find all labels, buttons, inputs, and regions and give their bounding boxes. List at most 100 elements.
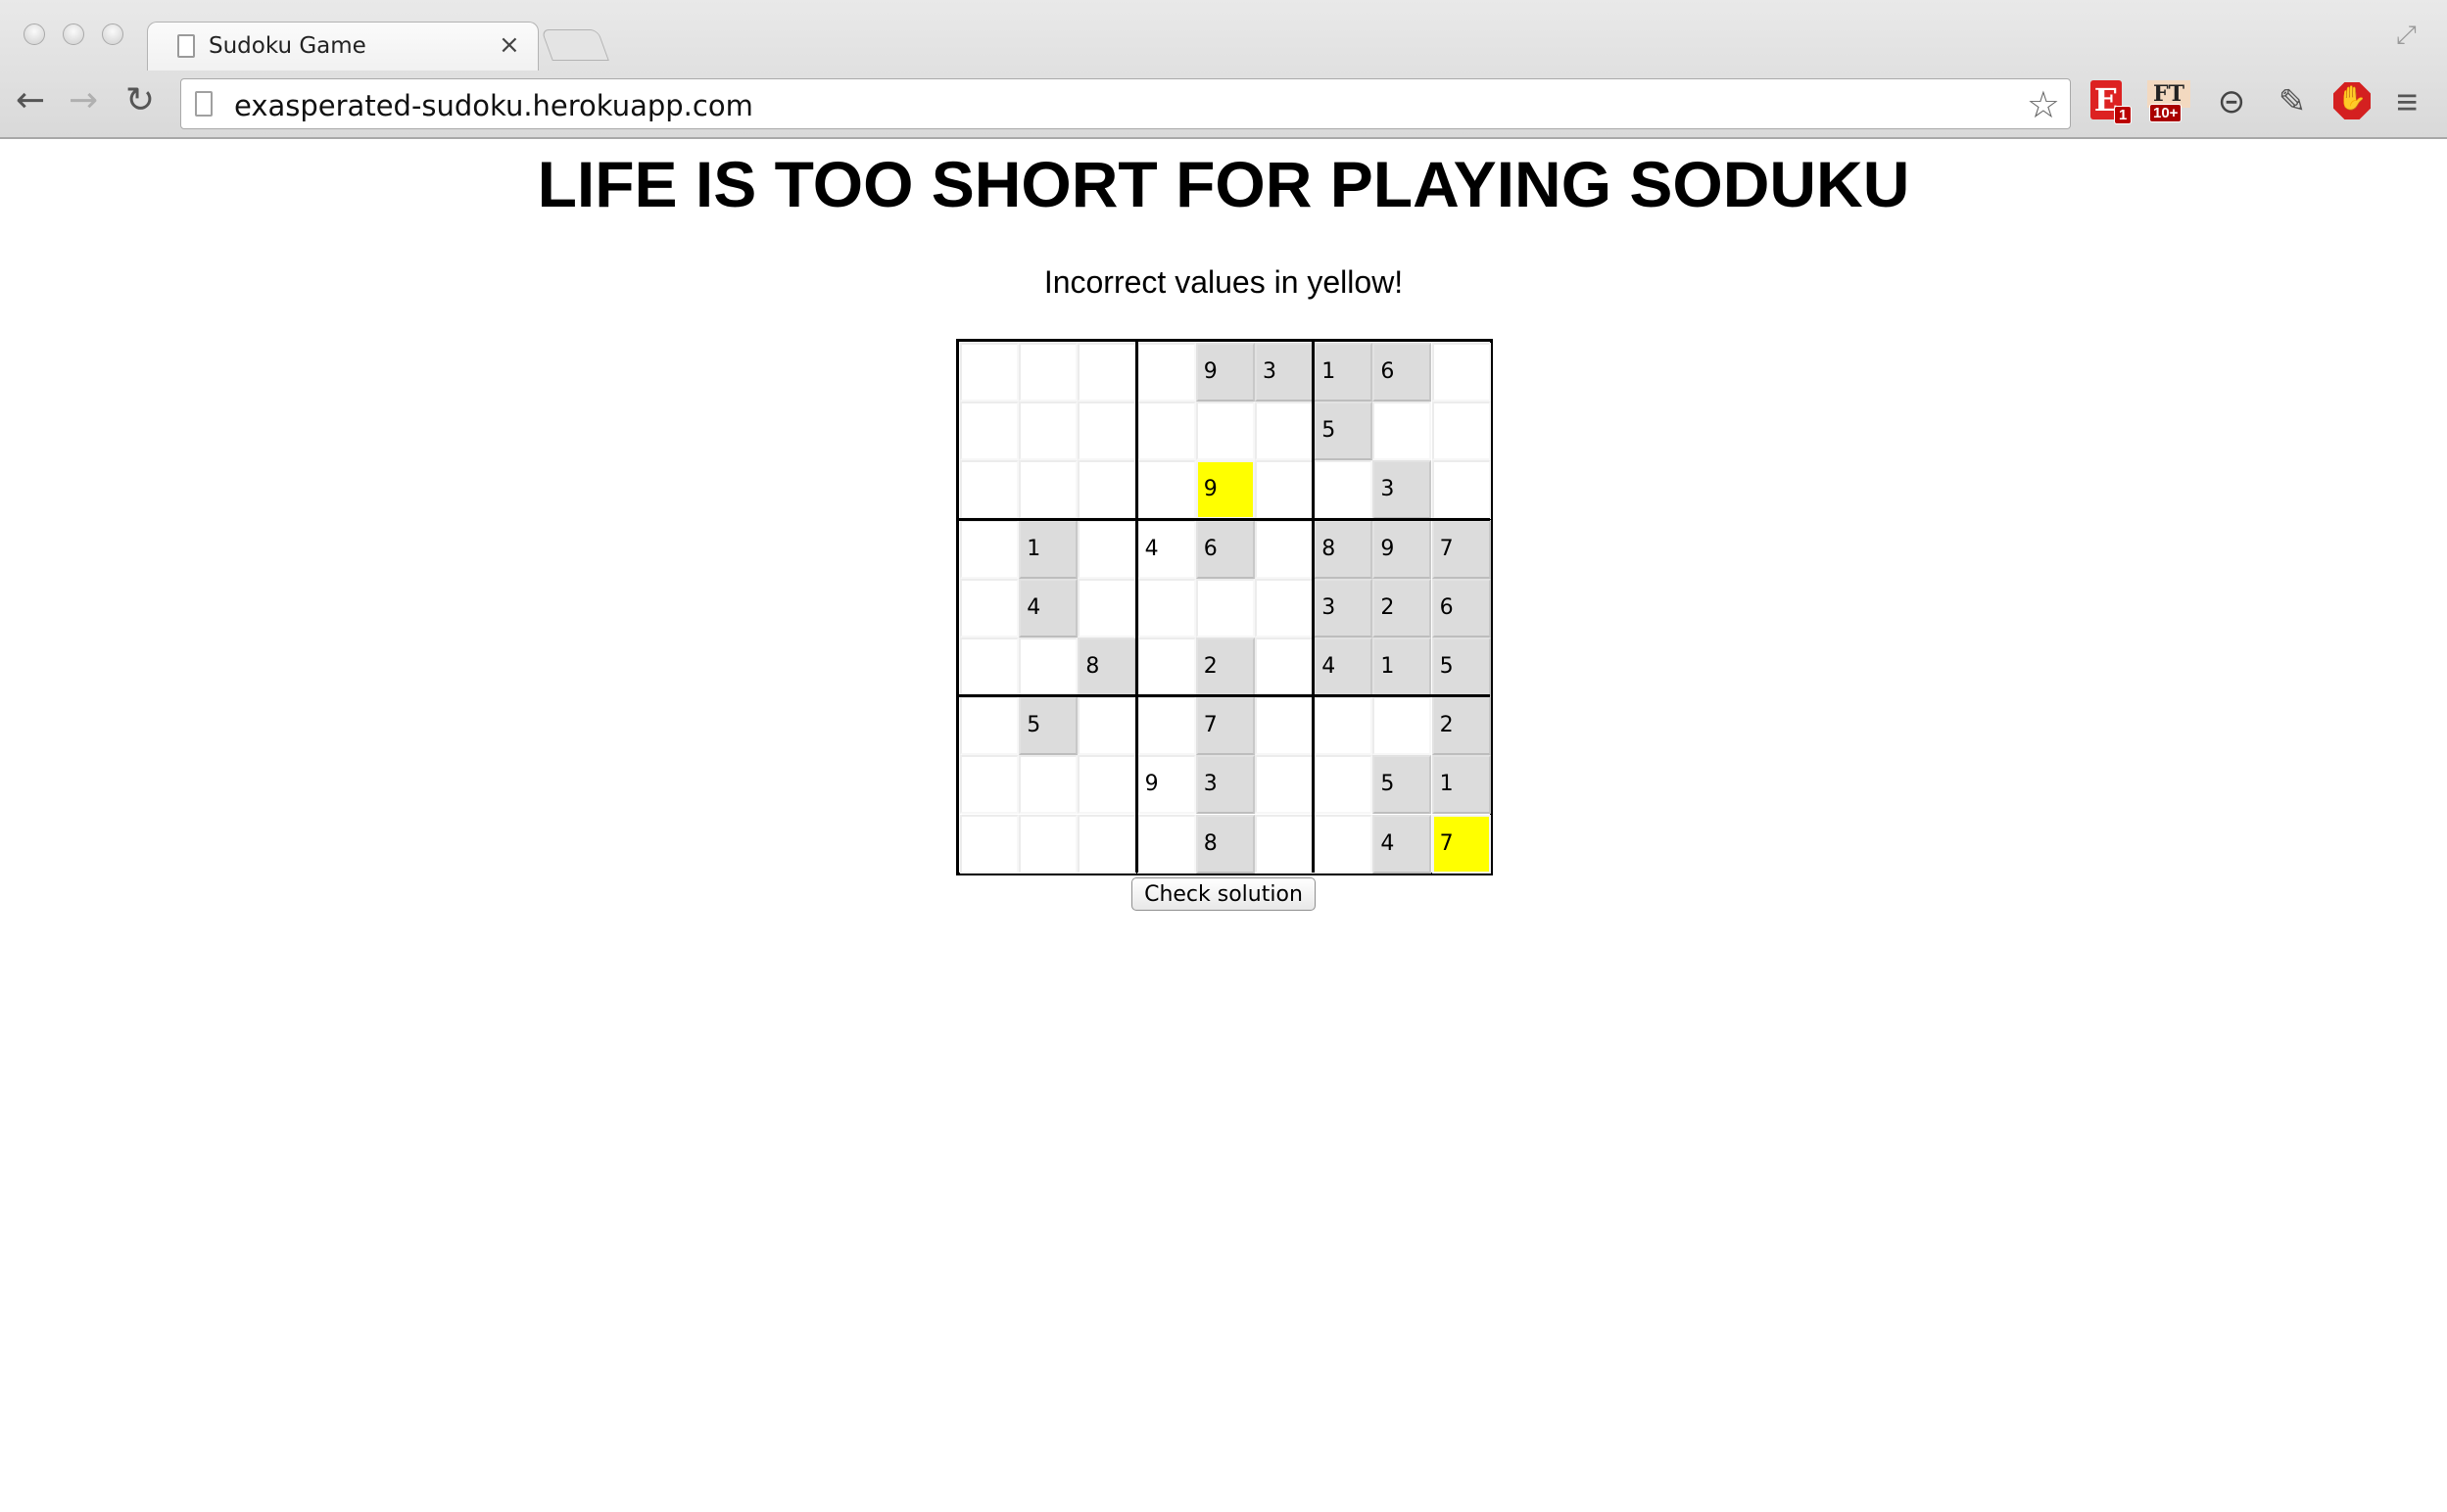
sudoku-cell-r8-c7[interactable] (1314, 755, 1373, 815)
sudoku-cell-r3-c6[interactable] (1255, 460, 1314, 520)
sudoku-cell-r1-c3[interactable] (1078, 343, 1137, 402)
evernote-badge: 1 (2114, 106, 2133, 124)
sudoku-cell-r5-c2: 4 (1019, 578, 1079, 638)
sudoku-cell-r8-c9: 1 (1431, 755, 1491, 815)
sudoku-cell-r9-c9[interactable]: 7 (1431, 814, 1491, 874)
box-divider-vertical (1134, 342, 1138, 873)
sudoku-cell-r7-c3[interactable] (1078, 696, 1137, 756)
sudoku-cell-r6-c6[interactable] (1255, 638, 1314, 696)
eyedropper-extension-icon[interactable]: ✎ (2271, 80, 2314, 123)
zoom-window-button[interactable] (102, 24, 123, 45)
close-window-button[interactable] (24, 24, 45, 45)
sudoku-cell-r3-c9[interactable] (1431, 460, 1491, 520)
browser-toolbar: ← → ↻ exasperated-sudoku.herokuapp.com ☆… (0, 71, 2447, 139)
sudoku-cell-r6-c7: 4 (1314, 638, 1373, 696)
sudoku-cell-r6-c5: 2 (1195, 638, 1255, 696)
sudoku-cell-r6-c3: 8 (1078, 638, 1137, 696)
sudoku-cell-r9-c2[interactable] (1019, 814, 1079, 874)
sudoku-cell-r4-c9: 7 (1431, 519, 1491, 579)
sudoku-cell-r4-c6[interactable] (1255, 519, 1314, 579)
sudoku-cell-r3-c5[interactable]: 9 (1195, 460, 1255, 520)
sudoku-cell-r1-c8: 6 (1372, 343, 1432, 402)
sudoku-cell-r1-c4[interactable] (1136, 343, 1196, 402)
sudoku-cell-r7-c9: 2 (1431, 696, 1491, 756)
sudoku-cell-r9-c3[interactable] (1078, 814, 1137, 874)
url-text[interactable]: exasperated-sudoku.herokuapp.com (234, 89, 753, 122)
sudoku-cell-r2-c9[interactable] (1431, 402, 1491, 461)
sudoku-cell-r4-c7: 8 (1314, 519, 1373, 579)
address-bar[interactable]: exasperated-sudoku.herokuapp.com ☆ (180, 78, 2071, 129)
back-icon[interactable]: ← (16, 80, 45, 120)
sudoku-cell-r4-c1[interactable] (960, 519, 1019, 579)
minimize-window-button[interactable] (63, 24, 84, 45)
sudoku-cell-r6-c2[interactable] (1019, 638, 1079, 696)
sudoku-cell-r1-c9[interactable] (1431, 343, 1491, 402)
sudoku-cell-r9-c1[interactable] (960, 814, 1019, 874)
bookmark-star-icon[interactable]: ☆ (2027, 83, 2060, 127)
sudoku-cell-r8-c3[interactable] (1078, 755, 1137, 815)
new-tab-button[interactable] (541, 29, 609, 61)
sudoku-cell-r7-c7[interactable] (1314, 696, 1373, 756)
sudoku-cell-r8-c2[interactable] (1019, 755, 1079, 815)
sudoku-cell-r9-c8: 4 (1372, 814, 1432, 874)
page-title: LIFE IS TOO SHORT FOR PLAYING SODUKU (537, 148, 1910, 220)
reload-icon[interactable]: ↻ (125, 80, 155, 120)
sudoku-cell-r4-c3[interactable] (1078, 519, 1137, 579)
sudoku-cell-r1-c1[interactable] (960, 343, 1019, 402)
ft-extension-icon[interactable]: FT 10+ (2147, 80, 2190, 123)
sudoku-cell-r2-c6[interactable] (1255, 402, 1314, 461)
sudoku-cell-r6-c9: 5 (1431, 638, 1491, 696)
glasses-extension-icon[interactable]: ⊝ (2210, 80, 2253, 123)
sudoku-cell-r5-c7: 3 (1314, 578, 1373, 638)
sudoku-cell-r9-c4[interactable] (1136, 814, 1196, 874)
sudoku-cell-r3-c4[interactable] (1136, 460, 1196, 520)
sudoku-cell-r8-c4[interactable]: 9 (1136, 755, 1196, 815)
ft-badge: 10+ (2149, 104, 2183, 122)
forward-icon[interactable]: → (69, 80, 98, 120)
sudoku-cell-r5-c8: 2 (1372, 578, 1432, 638)
fullscreen-icon[interactable]: ⤢ (2396, 20, 2417, 51)
sudoku-cell-r8-c6[interactable] (1255, 755, 1314, 815)
sudoku-cell-r3-c3[interactable] (1078, 460, 1137, 520)
adblock-icon[interactable]: ✋ (2331, 80, 2375, 123)
tab-title: Sudoku Game (209, 33, 366, 59)
sudoku-cell-r5-c6[interactable] (1255, 578, 1314, 638)
sudoku-cell-r9-c6[interactable] (1255, 814, 1314, 874)
sudoku-cell-r5-c1[interactable] (960, 578, 1019, 638)
sudoku-cell-r2-c1[interactable] (960, 402, 1019, 461)
sudoku-cell-r7-c8[interactable] (1372, 696, 1432, 756)
sudoku-cell-r2-c8[interactable] (1372, 402, 1432, 461)
sudoku-cell-r6-c4[interactable] (1136, 638, 1196, 696)
page-icon (177, 34, 195, 58)
tab-sudoku-game[interactable]: Sudoku Game × (147, 22, 539, 71)
sudoku-board: 93165931468974326824155729351847 (956, 339, 1493, 875)
evernote-extension-icon[interactable]: E 1 (2088, 80, 2133, 124)
sudoku-cell-r9-c7[interactable] (1314, 814, 1373, 874)
sudoku-cell-r5-c4[interactable] (1136, 578, 1196, 638)
sudoku-cell-r4-c8: 9 (1372, 519, 1432, 579)
check-solution-button[interactable]: Check solution (1131, 877, 1316, 911)
tab-strip: Sudoku Game × ⤢ (0, 0, 2447, 71)
sudoku-cell-r3-c2[interactable] (1019, 460, 1079, 520)
sudoku-cell-r6-c1[interactable] (960, 638, 1019, 696)
box-divider-horizontal (959, 694, 1490, 698)
sudoku-cell-r2-c2[interactable] (1019, 402, 1079, 461)
sudoku-cell-r2-c4[interactable] (1136, 402, 1196, 461)
sudoku-cell-r7-c4[interactable] (1136, 696, 1196, 756)
sudoku-cell-r3-c1[interactable] (960, 460, 1019, 520)
sudoku-cell-r8-c1[interactable] (960, 755, 1019, 815)
sudoku-cell-r5-c5[interactable] (1195, 578, 1255, 638)
sudoku-cell-r2-c3[interactable] (1078, 402, 1137, 461)
sudoku-cell-r1-c2[interactable] (1019, 343, 1079, 402)
sudoku-cell-r7-c6[interactable] (1255, 696, 1314, 756)
close-tab-icon[interactable]: × (499, 30, 520, 60)
sudoku-cell-r1-c5: 9 (1195, 343, 1255, 402)
sudoku-cell-r2-c5[interactable] (1195, 402, 1255, 461)
box-divider-vertical (1312, 342, 1316, 873)
sudoku-cell-r3-c7[interactable] (1314, 460, 1373, 520)
menu-icon[interactable]: ≡ (2396, 82, 2418, 124)
sudoku-cell-r7-c1[interactable] (960, 696, 1019, 756)
sudoku-cell-r4-c4[interactable]: 4 (1136, 519, 1196, 579)
sudoku-cell-r5-c3[interactable] (1078, 578, 1137, 638)
page-icon (195, 91, 213, 117)
